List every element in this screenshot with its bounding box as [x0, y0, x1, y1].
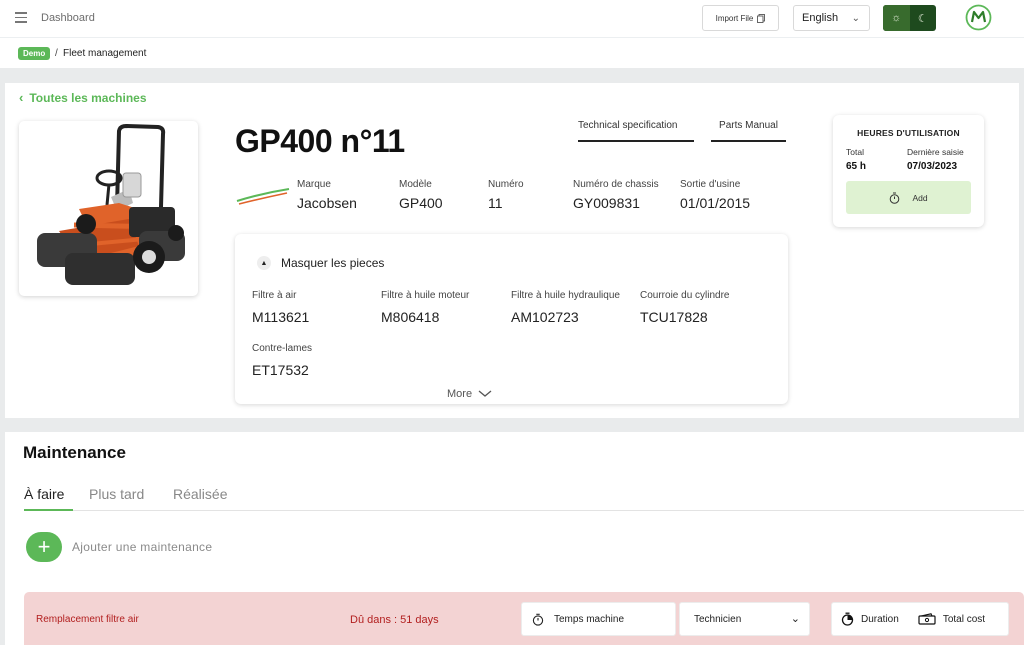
copy-icon — [757, 13, 766, 23]
machine-time-label: Temps machine — [554, 613, 625, 625]
spec-number-value: 11 — [488, 195, 503, 211]
last-entry-label: Dernière saisie — [907, 147, 964, 157]
active-tab-indicator — [24, 509, 73, 511]
add-maintenance-button[interactable]: + — [26, 532, 62, 562]
breadcrumb: Demo / Fleet management — [0, 38, 1024, 68]
menu-icon[interactable] — [15, 12, 27, 23]
brand-logo — [236, 188, 290, 205]
spec-model-label: Modèle — [399, 179, 432, 190]
duration-label: Duration — [861, 613, 899, 625]
part-value: AM102723 — [511, 309, 579, 325]
machine-title: GP400 n°11 — [235, 123, 405, 159]
part-value: M806418 — [381, 309, 440, 325]
tab-parts-manual[interactable]: Parts Manual — [711, 120, 786, 142]
sun-icon[interactable]: ☼ — [883, 5, 910, 31]
back-link-label: Toutes les machines — [29, 90, 147, 105]
maintenance-panel: Maintenance À faire Plus tard Réalisée +… — [5, 432, 1024, 645]
usage-hours-card: HEURES D'UTILISATION Total 65 h Dernière… — [833, 115, 984, 227]
duration-cost-field[interactable]: Duration Total cost — [831, 602, 1009, 636]
spec-brand-value: Jacobsen — [297, 195, 357, 211]
part-value: M113621 — [252, 309, 310, 325]
spec-brand: Marque Jacobsen — [297, 179, 357, 211]
maintenance-name: Remplacement filtre air — [36, 614, 139, 625]
total-cost-label: Total cost — [942, 613, 986, 625]
stopwatch-icon — [532, 613, 544, 626]
part-value: TCU17828 — [640, 309, 708, 325]
breadcrumb-separator: / — [55, 48, 58, 59]
timer-icon — [841, 612, 854, 626]
part-label: Contre-lames — [252, 343, 313, 354]
tab-done[interactable]: Réalisée — [173, 486, 227, 502]
tab-todo[interactable]: À faire — [24, 486, 64, 502]
moon-icon[interactable]: ☾ — [910, 5, 937, 31]
add-maintenance-label[interactable]: Ajouter une maintenance — [72, 540, 212, 554]
hide-parts-toggle[interactable]: ▲ Masquer les pieces — [257, 256, 384, 270]
more-label: More — [447, 388, 473, 400]
add-hours-button[interactable]: Add — [846, 181, 971, 214]
demo-badge[interactable]: Demo — [18, 47, 51, 60]
tabs-divider — [24, 510, 1024, 511]
app-logo — [965, 4, 992, 31]
tab-technical-specification[interactable]: Technical specification — [578, 120, 694, 142]
plus-icon: + — [37, 534, 51, 559]
spec-factory-date: Sortie d'usine 01/01/2015 — [680, 179, 750, 211]
top-bar: Dashboard Import File English ⌄ ☼ ☾ — [0, 0, 1024, 38]
spec-model: Modèle GP400 — [399, 179, 443, 211]
chevron-down-icon: ⌄ — [851, 13, 860, 24]
part-item: Filtre à huile moteur M806418 — [381, 290, 469, 325]
maintenance-row[interactable]: Remplacement filtre air Dû dans : 51 day… — [24, 592, 1024, 645]
hide-parts-label: Masquer les pieces — [281, 256, 385, 270]
more-parts-button[interactable]: More — [447, 388, 492, 400]
total-hours-label: Total — [846, 147, 864, 157]
technician-select[interactable]: Technicien ⌄ — [679, 602, 810, 636]
stopwatch-icon — [890, 192, 900, 204]
part-label: Filtre à air — [252, 290, 297, 301]
part-label: Courroie du cylindre — [640, 290, 730, 301]
part-item: Courroie du cylindre TCU17828 — [640, 290, 730, 325]
spec-chassis-value: GY009831 — [573, 195, 640, 211]
spec-brand-label: Marque — [297, 179, 331, 190]
part-value: ET17532 — [252, 362, 309, 378]
language-value: English — [802, 12, 839, 24]
wallet-icon — [918, 613, 936, 625]
import-file-button[interactable]: Import File — [702, 5, 779, 31]
machine-image — [19, 121, 198, 296]
spec-model-value: GP400 — [399, 195, 443, 211]
total-hours-value: 65 h — [846, 161, 867, 172]
spec-number: Numéro 11 — [488, 179, 524, 211]
theme-toggle[interactable]: ☼ ☾ — [883, 5, 936, 31]
import-file-label: Import File — [715, 13, 754, 23]
breadcrumb-current: Fleet management — [63, 48, 147, 59]
chevron-left-icon: ‹ — [19, 90, 24, 105]
technician-label: Technicien — [694, 613, 742, 625]
language-select[interactable]: English ⌄ — [793, 5, 870, 31]
part-item: Contre-lames ET17532 — [252, 343, 312, 378]
spec-chassis: Numéro de chassis GY009831 — [573, 179, 659, 211]
last-entry-value: 07/03/2023 — [907, 161, 958, 172]
chevron-down-icon — [478, 390, 492, 397]
spec-chassis-label: Numéro de chassis — [573, 179, 659, 190]
machine-panel: ‹ Toutes les machines GP400 n°11 Technic… — [5, 83, 1019, 418]
back-to-machines-link[interactable]: ‹ Toutes les machines — [19, 90, 147, 105]
machine-time-field[interactable]: Temps machine — [521, 602, 676, 636]
caret-up-icon: ▲ — [257, 256, 271, 270]
chevron-down-icon: ⌄ — [790, 613, 800, 625]
page-header-title: Dashboard — [41, 12, 95, 24]
maintenance-due: Dû dans : 51 days — [350, 614, 439, 626]
add-hours-label: Add — [912, 192, 928, 203]
part-item: Filtre à air M113621 — [252, 290, 309, 325]
spec-number-label: Numéro — [488, 179, 524, 190]
spec-factory-date-label: Sortie d'usine — [680, 179, 741, 190]
part-label: Filtre à huile hydraulique — [511, 290, 620, 301]
part-label: Filtre à huile moteur — [381, 290, 470, 301]
part-item: Filtre à huile hydraulique AM102723 — [511, 290, 620, 325]
spec-factory-date-value: 01/01/2015 — [680, 195, 751, 211]
usage-hours-title: HEURES D'UTILISATION — [857, 128, 960, 138]
maintenance-title: Maintenance — [23, 443, 126, 462]
parts-card: ▲ Masquer les pieces Filtre à air M11362… — [235, 234, 788, 404]
tab-later[interactable]: Plus tard — [89, 486, 144, 502]
